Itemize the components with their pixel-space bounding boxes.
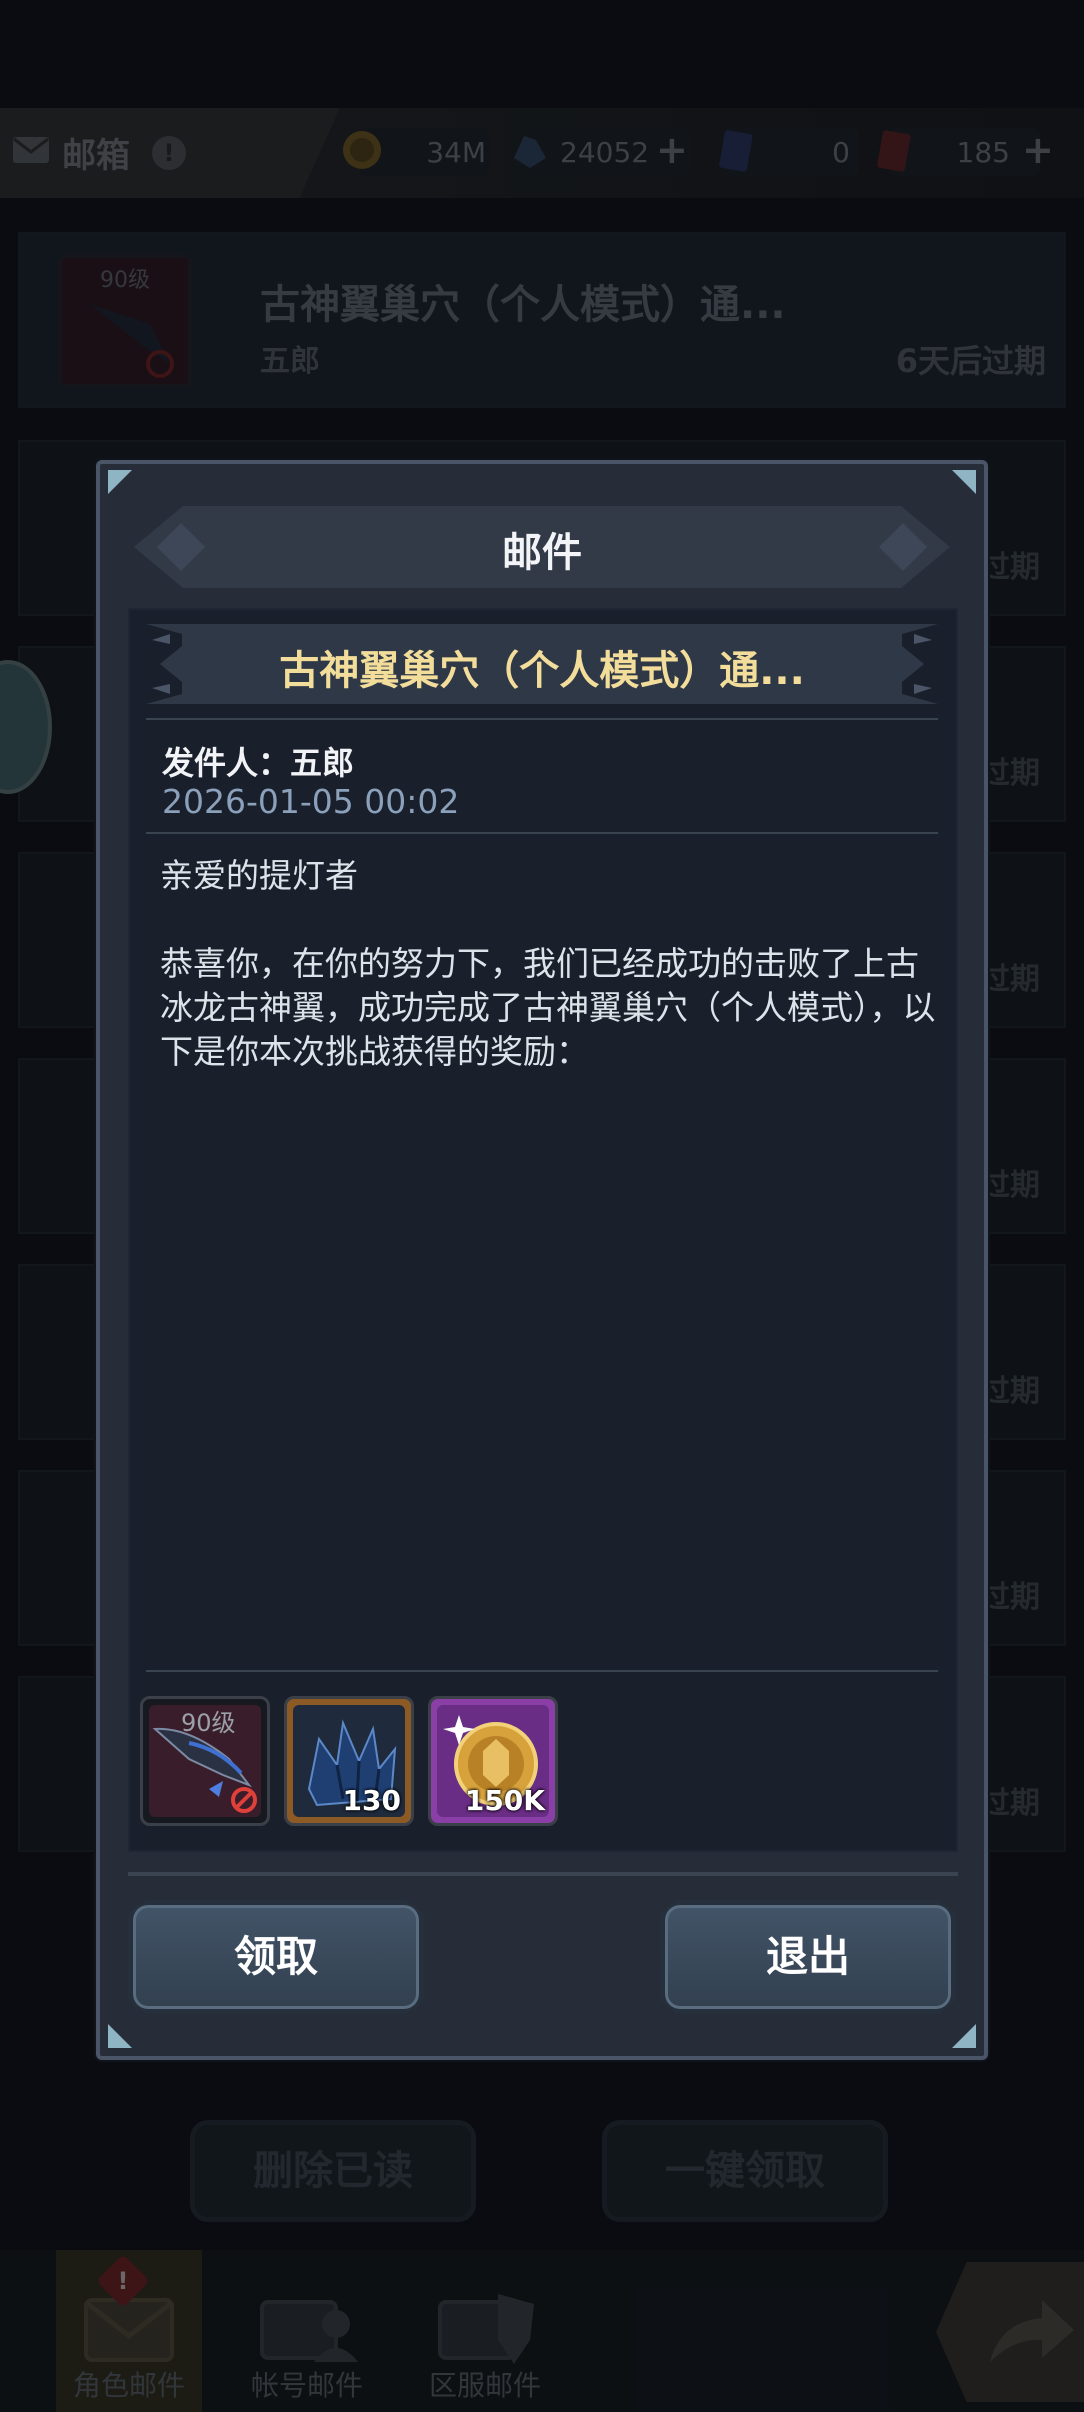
divider: [146, 718, 938, 720]
mail-body: 亲爱的提灯者恭喜你，在你的努力下，我们已经成功的击败了上古冰龙古神翼，成功完成了…: [160, 854, 940, 1074]
footer-divider: [128, 1872, 958, 1876]
claim-button[interactable]: 领取: [128, 1900, 424, 2014]
sender-line: 发件人：五郎: [162, 738, 354, 784]
reward-item[interactable]: 130: [284, 1696, 414, 1826]
mail-greeting: 亲爱的提灯者: [160, 856, 358, 895]
sender-label: 发件人：: [162, 744, 291, 782]
mail-date: 2026-01-05 00:02: [162, 782, 460, 821]
corner-ornament-icon: [108, 470, 132, 494]
dialog-title: 邮件: [502, 530, 582, 576]
no-trade-icon: [231, 1787, 257, 1813]
reward-amount: 150K: [464, 1784, 545, 1817]
reward-item[interactable]: 150K: [428, 1696, 558, 1826]
mail-message: 恭喜你，在你的努力下，我们已经成功的击败了上古冰龙古神翼，成功完成了古神翼巢穴（…: [160, 944, 936, 1071]
level-tag: 90级: [181, 1709, 236, 1737]
exit-button[interactable]: 退出: [660, 1900, 956, 2014]
corner-ornament-icon: [108, 2024, 132, 2048]
corner-ornament-icon: [952, 2024, 976, 2048]
reward-item[interactable]: 90级: [140, 1696, 270, 1826]
corner-ornament-icon: [952, 470, 976, 494]
reward-amount: 130: [342, 1784, 401, 1817]
mail-subject: 古神翼巢穴（个人模式）通...: [279, 648, 805, 694]
sender-name: 五郎: [290, 744, 355, 782]
divider: [146, 1670, 938, 1672]
divider: [146, 832, 938, 834]
